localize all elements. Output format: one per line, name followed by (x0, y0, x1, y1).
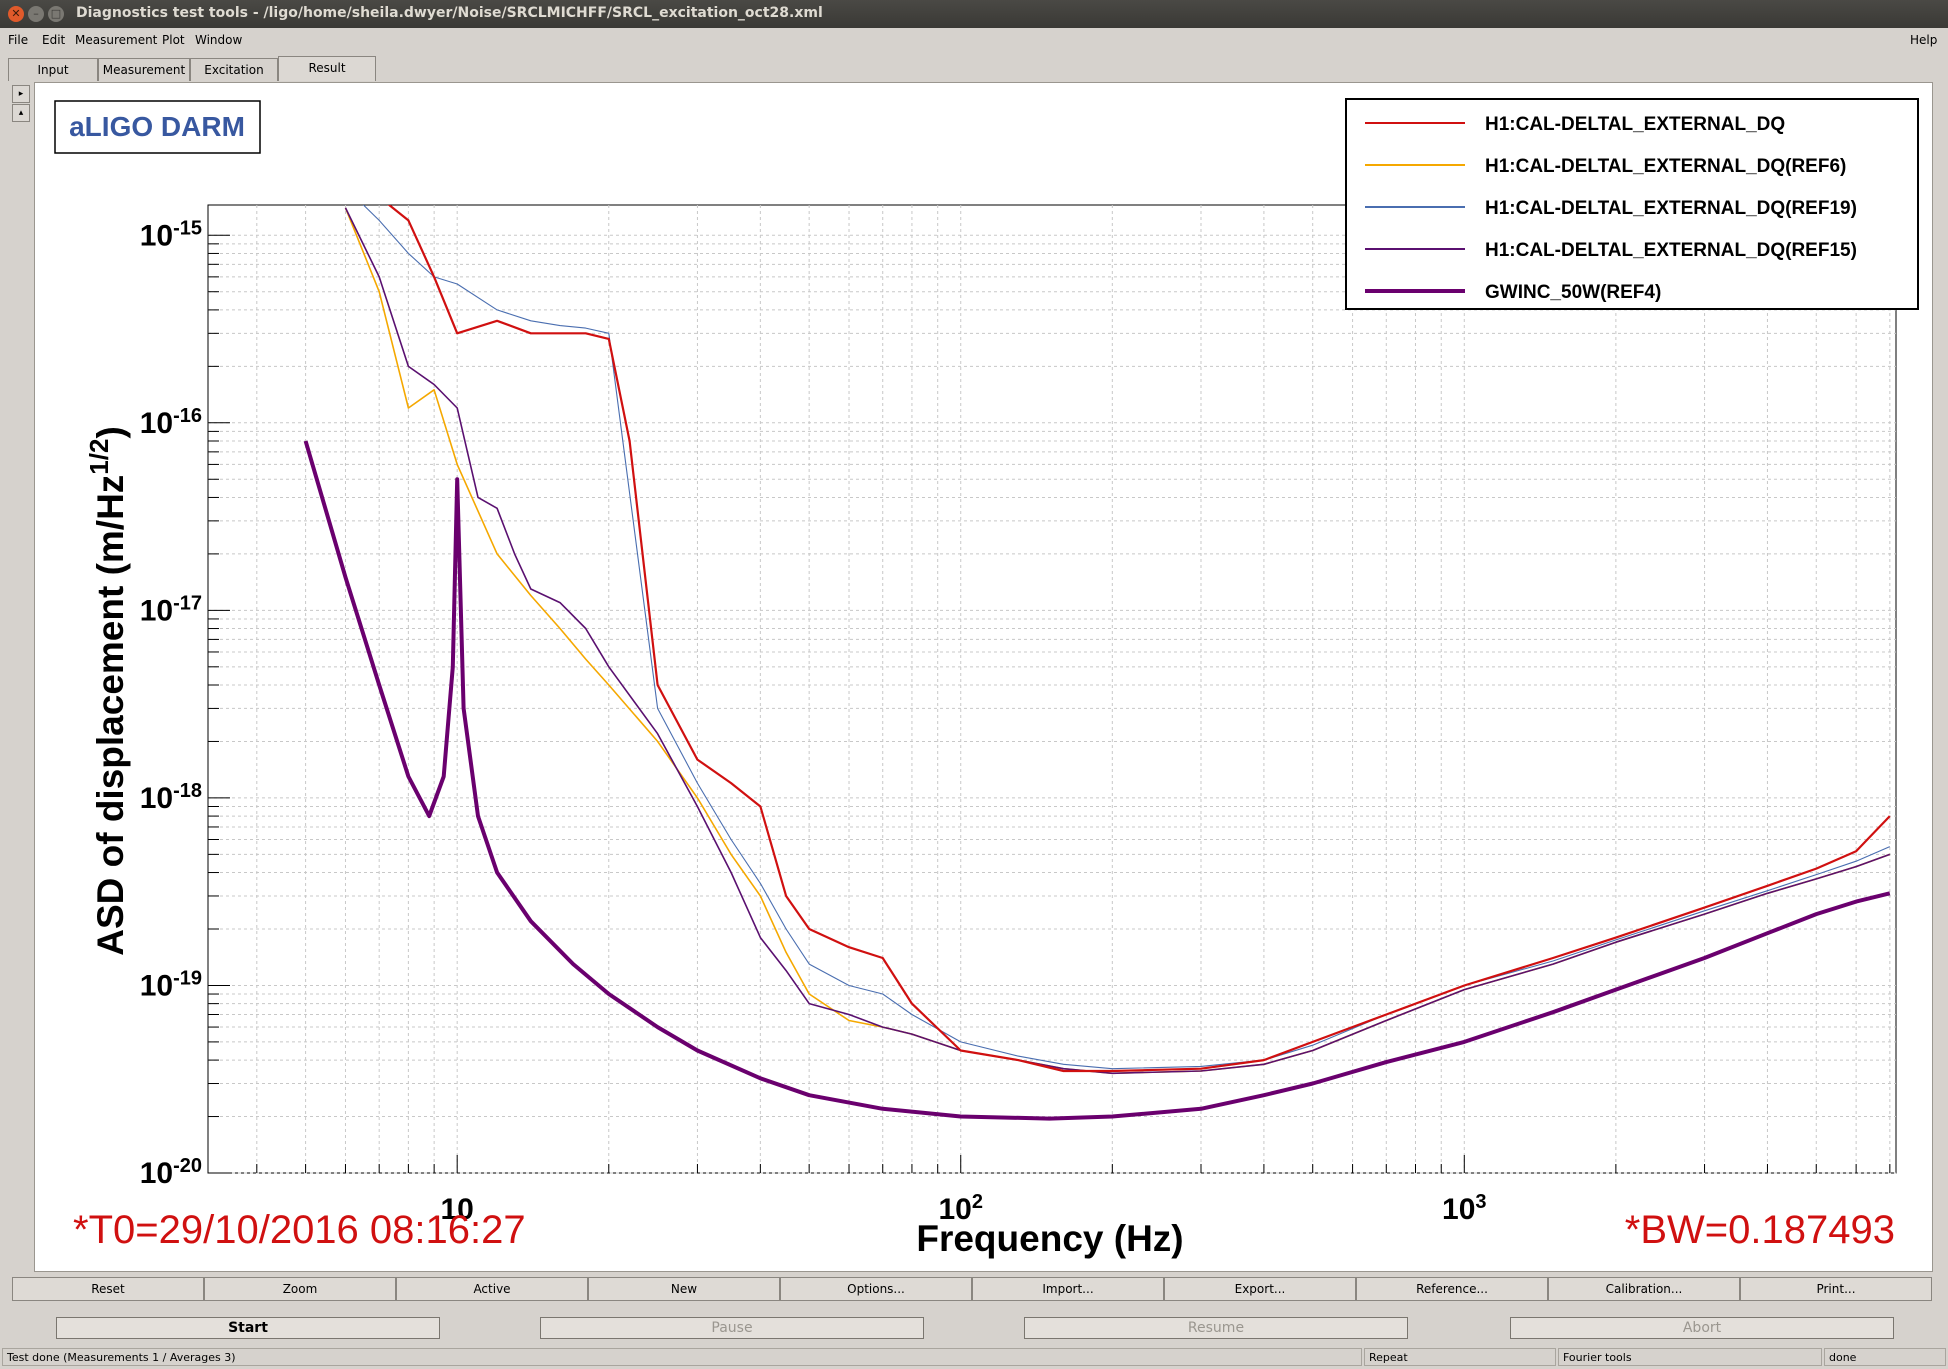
legend-label: H1:CAL-DELTAL_EXTERNAL_DQ (1485, 114, 1785, 135)
resume-button[interactable]: Resume (1024, 1317, 1408, 1339)
y-tick-label: 10-17 (140, 592, 202, 627)
tab-excitation[interactable]: Excitation (190, 58, 278, 81)
menu-help[interactable]: Help (1910, 33, 1937, 47)
status-done: done (1824, 1348, 1946, 1366)
abort-button[interactable]: Abort (1510, 1317, 1894, 1339)
plot-pad[interactable]: 10-15 10-16 10-17 10-18 10-19 10-20 10 102 103 … (34, 82, 1933, 1272)
menu-bar: File Edit Measurement Plot Window Help (0, 28, 1948, 52)
reset-button[interactable]: Reset (12, 1277, 204, 1301)
maximize-icon[interactable]: □ (48, 6, 64, 22)
x-axis-label: Frequency (Hz) (916, 1218, 1183, 1259)
zoom-button[interactable]: Zoom (204, 1277, 396, 1301)
legend-label: H1:CAL-DELTAL_EXTERNAL_DQ(REF15) (1485, 240, 1857, 261)
status-bar: Test done (Measurements 1 / Averages 3) … (0, 1346, 1948, 1369)
y-tick-label: 10-16 (140, 405, 202, 440)
status-fourier: Fourier tools (1558, 1348, 1822, 1366)
reference-button[interactable]: Reference... (1356, 1277, 1548, 1301)
pause-button[interactable]: Pause (540, 1317, 924, 1339)
tab-input[interactable]: Input (8, 58, 98, 81)
legend-label: H1:CAL-DELTAL_EXTERNAL_DQ(REF19) (1485, 198, 1857, 219)
menu-measurement[interactable]: Measurement (75, 33, 157, 47)
y-tick-labels: 10-15 10-16 10-17 10-18 10-19 10-20 (140, 217, 202, 1190)
close-icon[interactable]: ✕ (8, 6, 24, 22)
y-tick-label: 10-15 (140, 217, 202, 252)
new-button[interactable]: New (588, 1277, 780, 1301)
options-button[interactable]: Options... (780, 1277, 972, 1301)
active-button[interactable]: Active (396, 1277, 588, 1301)
asd-chart: 10-1510-1610-1710-1810-1910-20 10 102 103 … (54, 98, 1919, 1259)
import-button[interactable]: Import... (972, 1277, 1164, 1301)
y-tick-label: 10-18 (140, 780, 202, 815)
export-button[interactable]: Export... (1164, 1277, 1356, 1301)
plot-badge: aLIGO DARM (69, 111, 245, 142)
status-repeat: Repeat (1364, 1348, 1556, 1366)
status-message: Test done (Measurements 1 / Averages 3) (2, 1348, 1362, 1366)
minimize-icon[interactable]: – (28, 6, 44, 22)
y-axis-label: ASD of displacement (m/Hz1/2) (84, 426, 131, 956)
bw-annotation: *BW=0.187493 (1625, 1208, 1895, 1252)
y-tick-label: 10-20 (140, 1155, 202, 1190)
menu-file[interactable]: File (8, 33, 28, 47)
scroll-up-icon[interactable]: ▴ (12, 104, 30, 122)
calibration-button[interactable]: Calibration... (1548, 1277, 1740, 1301)
x-tick-label: 103 (1442, 1191, 1487, 1226)
tab-result[interactable]: Result (278, 56, 376, 81)
tab-bar: Input Measurement Excitation Result (8, 56, 376, 81)
title-bar: ✕ – □ Diagnostics test tools - /ligo/hom… (0, 0, 1948, 28)
t0-annotation: *T0=29/10/2016 08:16:27 (73, 1208, 526, 1252)
scroll-right-icon[interactable]: ▸ (12, 85, 30, 103)
menu-plot[interactable]: Plot (162, 33, 185, 47)
y-tick-label: 10-19 (140, 967, 202, 1002)
print-button[interactable]: Print... (1740, 1277, 1932, 1301)
tab-measurement[interactable]: Measurement (98, 58, 190, 81)
legend-label: GWINC_50W(REF4) (1485, 282, 1661, 303)
start-button[interactable]: Start (56, 1317, 440, 1339)
menu-edit[interactable]: Edit (42, 33, 65, 47)
menu-window[interactable]: Window (195, 33, 242, 47)
window-title: Diagnostics test tools - /ligo/home/shei… (76, 5, 823, 21)
legend-label: H1:CAL-DELTAL_EXTERNAL_DQ(REF6) (1485, 156, 1846, 177)
